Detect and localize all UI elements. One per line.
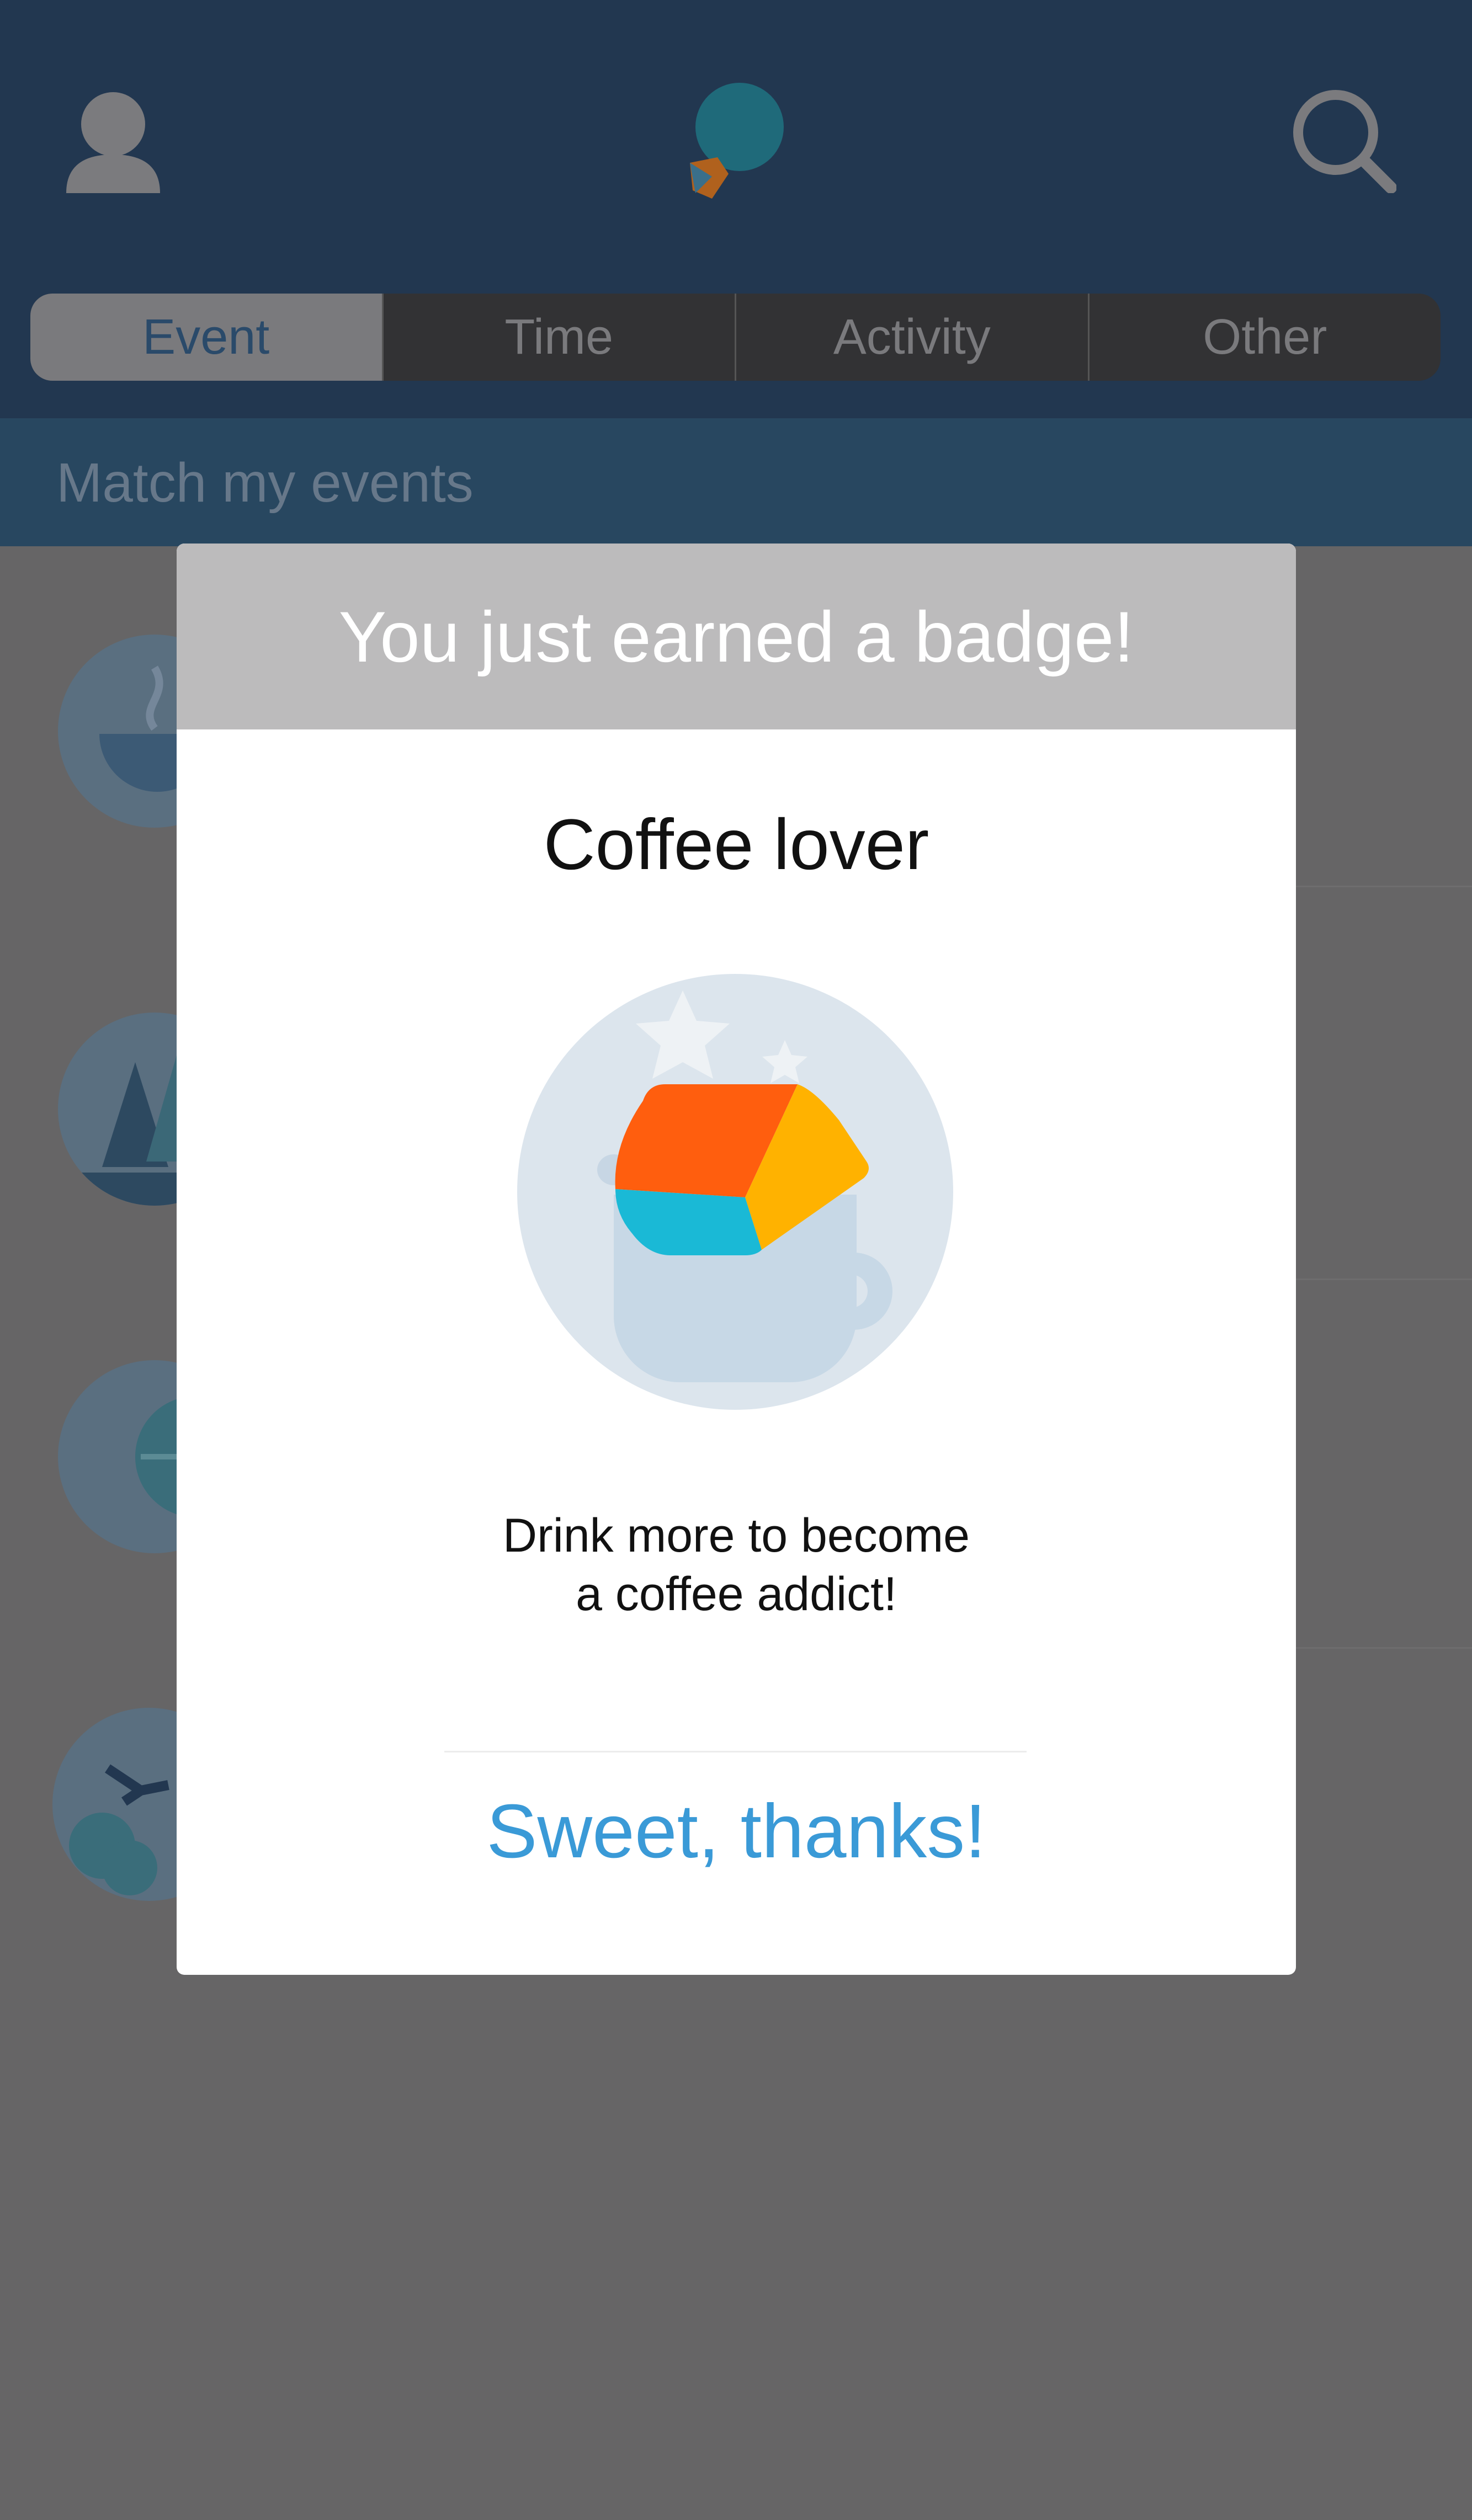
tab-activity[interactable]: Activity <box>735 294 1088 381</box>
user-icon[interactable] <box>63 88 163 193</box>
badge-description: Drink more to become a coffee addict! <box>177 1506 1296 1623</box>
search-icon[interactable] <box>1292 88 1397 194</box>
match-my-events-label: Match my events <box>56 452 474 514</box>
coffee-cup-badge-icon <box>517 974 953 1410</box>
modal-title: You just earned a badge! <box>177 544 1296 729</box>
badge-description-line2: a coffee addict! <box>576 1568 897 1621</box>
app-logo-icon <box>684 80 789 207</box>
badge-description-line1: Drink more to become <box>503 1509 970 1562</box>
tab-event[interactable]: Event <box>30 294 382 381</box>
badge-name: Coffee lover <box>543 804 929 885</box>
modal-divider <box>444 1751 1027 1752</box>
badge-modal: You just earned a badge! Coffee lover Dr… <box>177 544 1296 1975</box>
tab-time[interactable]: Time <box>381 294 735 381</box>
tab-other[interactable]: Other <box>1087 294 1441 381</box>
filter-tabs: Event Time Activity Other <box>30 294 1441 381</box>
sweet-thanks-button[interactable]: Sweet, thanks! <box>177 1788 1296 1876</box>
